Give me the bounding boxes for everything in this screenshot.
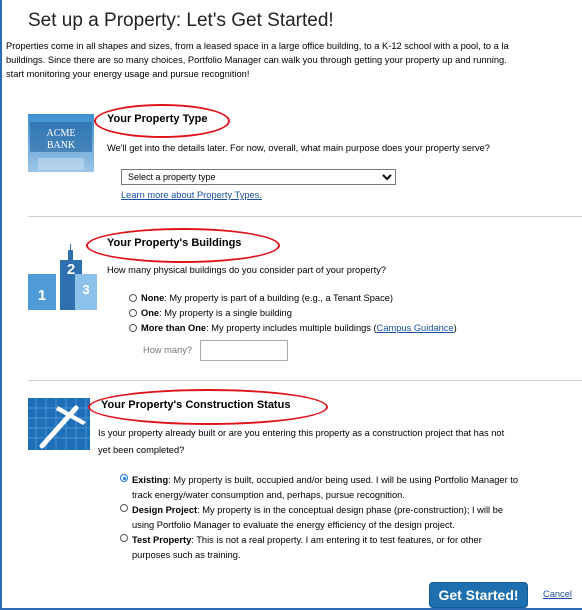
radio-button[interactable] (120, 504, 128, 512)
learn-more-property-types-link-wrap: Learn more about Property Types. (121, 190, 262, 200)
get-started-button[interactable]: Get Started! (429, 582, 528, 608)
building-number: 1 (38, 287, 46, 304)
option-label: Existing (132, 475, 169, 485)
building-number: 3 (82, 282, 89, 297)
option-label: Design Project (132, 505, 198, 515)
option-label: One (141, 308, 160, 318)
logo-line: ACME (47, 128, 76, 139)
section-divider (28, 216, 582, 217)
option-description: : This is not a real property. I am ente… (191, 535, 482, 545)
construction-heading: Your Property's Construction Status (101, 399, 291, 411)
construction-option-design[interactable]: Design Project: My property is in the co… (120, 503, 503, 533)
logo-line: BANK (47, 140, 76, 151)
buildings-icon: 2 1 3 (28, 240, 98, 310)
campus-guidance-link[interactable]: Campus Guidance (377, 323, 454, 333)
option-description: using Portfolio Manager to evaluate the … (132, 520, 455, 530)
option-description: ) (453, 323, 457, 333)
intro-line: buildings. Since there are so many choic… (6, 55, 507, 65)
intro-line: Properties come in all shapes and sizes,… (6, 41, 509, 51)
page-title: Set up a Property: Let's Get Started! (28, 10, 334, 31)
option-label: Test Property (132, 535, 192, 545)
property-type-select[interactable]: Select a property type (121, 169, 396, 185)
how-many-input[interactable] (200, 340, 288, 361)
option-description: : My property includes multiple building… (206, 323, 377, 333)
buildings-question: How many physical buildings do you consi… (107, 265, 387, 275)
radio-button[interactable] (129, 324, 137, 332)
how-many-label: How many? (143, 345, 193, 355)
option-description: : My property is a single building (159, 308, 292, 318)
construction-question-line: Is your property already built or are yo… (98, 428, 505, 438)
option-label: More than One (141, 323, 207, 333)
radio-button[interactable] (129, 309, 137, 317)
cancel-link[interactable]: Cancel (543, 589, 572, 599)
building-number: 2 (67, 261, 75, 278)
buildings-option-more[interactable]: More than One: My property includes mult… (129, 323, 457, 333)
buildings-heading: Your Property's Buildings (107, 237, 242, 249)
radio-button[interactable] (129, 294, 137, 302)
learn-more-property-types-link[interactable]: Learn more about Property Types. (121, 190, 262, 200)
radio-button-selected[interactable] (120, 474, 128, 482)
buildings-option-one[interactable]: One: My property is a single building (129, 308, 292, 318)
option-description: purposes such as training. (132, 550, 241, 560)
property-type-heading: Your Property Type (107, 113, 208, 125)
intro-text: Properties come in all shapes and sizes,… (6, 39, 582, 81)
radio-button[interactable] (120, 534, 128, 542)
construction-option-test[interactable]: Test Property: This is not a real proper… (120, 533, 482, 563)
option-description: : My property is in the conceptual desig… (197, 505, 504, 515)
section-divider (28, 380, 582, 381)
construction-icon (28, 398, 90, 450)
buildings-option-none[interactable]: None: My property is part of a building … (129, 293, 393, 303)
construction-option-existing[interactable]: Existing: My property is built, occupied… (120, 473, 518, 503)
property-type-description: We'll get into the details later. For no… (107, 143, 490, 153)
intro-line: start monitoring your energy usage and p… (6, 69, 250, 79)
cancel-link-wrap: Cancel (543, 589, 572, 599)
option-description: : My property is built, occupied and/or … (168, 475, 519, 485)
construction-question-line: yet been completed? (98, 445, 185, 455)
option-description: track energy/water consumption and, perh… (132, 490, 405, 500)
option-label: None (141, 293, 165, 303)
acme-bank-image: ACME BANK (28, 114, 94, 172)
option-description: : My property is part of a building (e.g… (164, 293, 394, 303)
